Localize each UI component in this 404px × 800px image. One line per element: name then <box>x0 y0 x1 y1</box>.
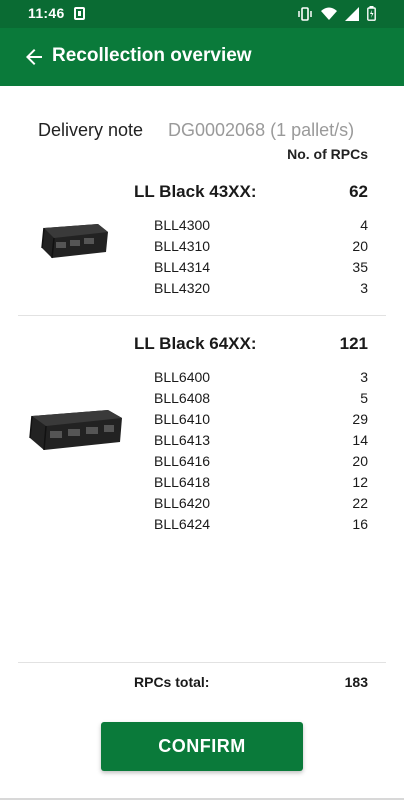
rpc-total-label: RPCs total: <box>134 674 210 690</box>
item-code: BLL6416 <box>154 453 211 469</box>
item-qty: 35 <box>352 259 368 275</box>
divider <box>18 662 386 663</box>
item-qty: 22 <box>352 495 368 511</box>
divider <box>18 315 386 316</box>
list-item: BLL6410 29 <box>154 411 368 431</box>
item-qty: 20 <box>352 238 368 254</box>
item-qty: 29 <box>352 411 368 427</box>
crate-image <box>29 410 122 451</box>
list-item: BLL4320 3 <box>154 280 368 300</box>
rpc-group-64xx: LL Black 64XX: 121 BLL6400 3 BLL6408 5 B… <box>0 334 404 534</box>
item-qty: 4 <box>360 217 368 233</box>
delivery-note-row: Delivery note DG0002068 (1 pallet/s) <box>38 120 368 144</box>
item-code: BLL6424 <box>154 516 211 532</box>
item-code: BLL6418 <box>154 474 211 490</box>
rpc-group-43xx: LL Black 43XX: 62 BLL4300 4 BLL4310 20 B… <box>0 182 404 302</box>
list-item: BLL4314 35 <box>154 259 368 279</box>
wifi-icon <box>321 7 337 20</box>
delivery-note-value: DG0002068 (1 pallet/s) <box>168 120 355 140</box>
list-item: BLL6424 16 <box>154 516 368 536</box>
item-qty: 12 <box>352 474 368 490</box>
back-arrow-icon[interactable] <box>22 45 46 69</box>
page-title: Recollection overview <box>52 45 252 66</box>
item-qty: 14 <box>352 432 368 448</box>
item-code: BLL4320 <box>154 280 211 296</box>
item-code: BLL4314 <box>154 259 211 275</box>
list-item: BLL6413 14 <box>154 432 368 452</box>
signal-icon <box>345 6 359 21</box>
group-total: 121 <box>339 334 368 353</box>
rpc-count-header: No. of RPCs <box>287 146 368 162</box>
item-code: BLL6408 <box>154 390 211 406</box>
list-item: BLL6416 20 <box>154 453 368 473</box>
status-time: 11:46 <box>28 5 65 21</box>
item-code: BLL6400 <box>154 369 211 385</box>
item-code: BLL6413 <box>154 432 211 448</box>
battery-icon <box>367 6 376 21</box>
list-item: BLL4300 4 <box>154 217 368 237</box>
list-item: BLL6418 12 <box>154 474 368 494</box>
item-code: BLL6410 <box>154 411 211 427</box>
delivery-note-label: Delivery note <box>38 120 144 140</box>
group-title: LL Black 64XX: <box>134 334 257 353</box>
group-total: 62 <box>349 182 368 201</box>
item-qty: 3 <box>360 369 368 385</box>
list-item: BLL6408 5 <box>154 390 368 410</box>
group-title: LL Black 43XX: <box>134 182 257 201</box>
item-qty: 3 <box>360 280 368 296</box>
status-icons <box>297 6 376 21</box>
notification-icon <box>74 7 85 20</box>
item-qty: 20 <box>352 453 368 469</box>
list-item: BLL6420 22 <box>154 495 368 515</box>
item-code: BLL6420 <box>154 495 211 511</box>
rpc-total-row: RPCs total: 183 <box>0 674 404 694</box>
app-bar: Recollection overview <box>0 28 404 86</box>
list-item: BLL4310 20 <box>154 238 368 258</box>
item-code: BLL4310 <box>154 238 211 254</box>
item-qty: 16 <box>352 516 368 532</box>
crate-image <box>41 224 108 259</box>
list-item: BLL6400 3 <box>154 369 368 389</box>
status-bar: 11:46 <box>0 0 404 28</box>
confirm-button[interactable]: CONFIRM <box>101 722 303 771</box>
item-qty: 5 <box>360 390 368 406</box>
item-code: BLL4300 <box>154 217 211 233</box>
vibrate-icon <box>298 6 312 21</box>
rpc-total-value: 183 <box>344 674 368 690</box>
